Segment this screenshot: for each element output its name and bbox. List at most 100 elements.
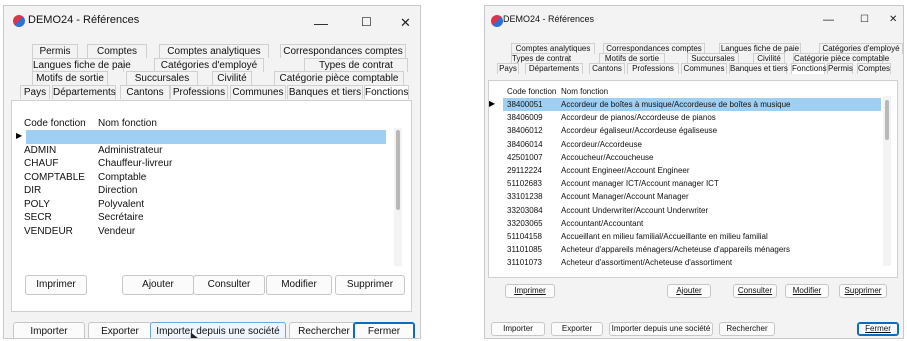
right-table-row[interactable]: 33203065 Accountant/Accountant xyxy=(503,217,881,230)
right-close-icon[interactable]: ✕ xyxy=(889,14,897,25)
left-ajouter-button[interactable]: Ajouter xyxy=(122,275,194,295)
right-tab-professions[interactable]: Professions xyxy=(627,63,679,74)
left-tab-professions[interactable]: Professions xyxy=(170,84,228,99)
right-table-row[interactable]: 51104158 Accueillant en milieu familial/A… xyxy=(503,230,881,243)
right-exporter-button[interactable]: Exporter xyxy=(551,322,603,336)
left-table-row[interactable]: POLY Polyvalent xyxy=(24,198,386,212)
right-modifier-button[interactable]: Modifier xyxy=(785,284,829,298)
left-table-row[interactable]: ADMIN Administrateur xyxy=(24,144,386,158)
references-window-right: DEMO24 - Références — ☐ ✕ Comptes analytique… xyxy=(484,5,904,339)
left-tab-fonctions[interactable]: Fonctions xyxy=(364,84,409,99)
left-supprimer-button[interactable]: Supprimer xyxy=(335,275,405,295)
left-tab-motifs-de-sortie[interactable]: Motifs de sortie xyxy=(32,71,108,85)
left-cell-name: Vendeur xyxy=(98,225,136,237)
left-cell-code: COMPTABLE xyxy=(24,171,85,183)
right-maximize-icon[interactable]: ☐ xyxy=(860,14,869,25)
left-vertical-scrollbar[interactable] xyxy=(394,128,402,266)
right-table-row[interactable]: 33101238 Account Manager/Account Manager xyxy=(503,190,881,203)
left-tab-banques-et-tiers[interactable]: Banques et tiers xyxy=(287,84,363,99)
right-tab-fonctions[interactable]: Fonctions xyxy=(791,63,827,74)
left-exporter-button[interactable]: Exporter xyxy=(88,322,152,338)
left-tab-civilite[interactable]: Civilité xyxy=(212,71,252,85)
right-table-row[interactable]: 33203084 Account Underwriter/Account Unde… xyxy=(503,204,881,217)
right-tab-comptes[interactable]: Comptes xyxy=(857,63,891,74)
left-column-header[interactable]: Code fonction xyxy=(24,118,86,129)
right-cell-name: Accueillant en milieu familial/Accueilla… xyxy=(561,232,768,241)
right-table-row[interactable]: 31101085 Acheteur d'appareils ménagers/Ac… xyxy=(503,243,881,256)
right-vertical-scrollbar[interactable] xyxy=(883,96,891,266)
left-titlebar: DEMO24 - Références — ☐ ✕ xyxy=(4,6,420,36)
right-consulter-button[interactable]: Consulter xyxy=(733,284,777,298)
right-tab-communes[interactable]: Communes xyxy=(681,63,727,74)
left-minimize-icon[interactable]: — xyxy=(314,15,328,31)
right-importer-button[interactable]: Importer xyxy=(491,322,545,336)
left-tab-categorie-piece-comptable[interactable]: Catégorie pièce comptable xyxy=(274,71,404,85)
right-table-row[interactable]: 38400051 Accordeur de boîtes à musique/Ac… xyxy=(503,98,881,112)
right-tab-departements[interactable]: Départements xyxy=(525,63,583,74)
left-tab-communes[interactable]: Communes xyxy=(230,84,286,99)
right-tab-pays[interactable]: Pays xyxy=(497,63,519,74)
right-ajouter-button[interactable]: Ajouter xyxy=(667,284,711,298)
right-importer-depuis-une-societe-button[interactable]: Importer depuis une société xyxy=(609,322,713,336)
right-supprimer-button[interactable]: Supprimer xyxy=(839,284,887,298)
left-tab-pays[interactable]: Pays xyxy=(20,84,50,99)
left-close-icon[interactable]: ✕ xyxy=(400,15,411,31)
left-table-row[interactable]: SECR Secrétaire xyxy=(24,211,386,225)
right-cell-code: 38406009 xyxy=(507,113,543,123)
left-column-header[interactable]: Nom fonction xyxy=(98,118,157,129)
left-tab-cantons[interactable]: Cantons xyxy=(120,84,170,99)
right-table-row[interactable]: 38406012 Accordeur égaliseur/Accordeuse é… xyxy=(503,124,881,137)
left-importer-depuis-une-societe-button[interactable]: Importer depuis une société xyxy=(150,322,286,338)
right-table-row[interactable]: 29112224 Account Engineer/Account Enginee… xyxy=(503,164,881,177)
left-tab-types-de-contrat[interactable]: Types de contrat xyxy=(304,57,408,72)
left-imprimer-button[interactable]: Imprimer xyxy=(25,275,87,295)
left-tab-correspondances-comptes[interactable]: Correspondances comptes xyxy=(280,44,406,58)
left-table-row[interactable]: VENDEUR Vendeur xyxy=(24,225,386,239)
right-cell-code: 33101238 xyxy=(507,192,543,202)
left-table-row[interactable]: COMPTABLE Comptable xyxy=(24,171,386,185)
right-titlebar: DEMO24 - Références — ☐ ✕ xyxy=(485,6,903,36)
left-cell-code: DIR xyxy=(24,185,42,196)
left-table-row[interactable]: DIR Direction xyxy=(24,184,386,198)
left-importer-button[interactable]: Importer xyxy=(13,322,85,338)
left-modifier-button[interactable]: Modifier xyxy=(266,275,332,295)
left-tab-comptes[interactable]: Comptes xyxy=(87,44,147,58)
left-maximize-icon[interactable]: ☐ xyxy=(361,15,372,29)
left-table-row[interactable] xyxy=(26,130,386,144)
right-cell-code: 31101073 xyxy=(507,258,542,268)
left-fermer-button[interactable]: Fermer xyxy=(353,322,415,338)
left-cell-code: POLY xyxy=(24,198,50,210)
left-tab-comptes-analytiques[interactable]: Comptes analytiques xyxy=(159,44,269,58)
right-cell-code: 42501007 xyxy=(507,152,543,162)
right-table-row[interactable]: 31101073 Acheteur d'assortiment/Acheteuse… xyxy=(503,256,881,269)
right-table-row[interactable]: 38406014 Accordeur/Accordeuse xyxy=(503,138,881,151)
right-cell-name: Accountant/Accountant xyxy=(561,218,644,228)
right-column-header[interactable]: Nom fonction xyxy=(561,87,608,96)
left-cell-code: VENDEUR xyxy=(24,225,73,237)
right-tab-cantons[interactable]: Cantons xyxy=(589,63,625,74)
right-imprimer-button[interactable]: Imprimer xyxy=(505,284,555,298)
right-minimize-icon[interactable]: — xyxy=(823,14,834,26)
right-tab-permis[interactable]: Permis xyxy=(827,63,853,74)
left-tab-succursales[interactable]: Succursales xyxy=(126,71,198,85)
right-scroll-thumb[interactable] xyxy=(885,100,889,140)
right-cell-code: 31101085 xyxy=(507,245,542,255)
left-tab-langues-fiche-de-paie[interactable]: Langues fiche de paie xyxy=(32,57,131,72)
left-consulter-button[interactable]: Consulter xyxy=(193,275,265,295)
right-column-header[interactable]: Code fonction xyxy=(507,87,556,96)
right-table-row[interactable]: 51102683 Account manager ICT/Account mana… xyxy=(503,177,881,190)
left-tab-permis[interactable]: Permis xyxy=(32,44,78,58)
left-tab-categories-d-employe[interactable]: Catégories d'employé xyxy=(154,57,264,72)
left-scroll-thumb[interactable] xyxy=(396,130,400,210)
right-tab-banques-et-tiers[interactable]: Banques et tiers xyxy=(729,63,788,74)
left-tab-departements[interactable]: Départements xyxy=(52,84,116,99)
right-cell-name: Accoucheur/Accoucheuse xyxy=(561,152,654,162)
right-rechercher-button[interactable]: Rechercher xyxy=(719,322,775,336)
left-cell-name: Polyvalent xyxy=(98,198,145,210)
right-table-row[interactable]: 38406009 Accordeur de pianos/Accordeuse d… xyxy=(503,111,881,124)
left-cell-name: Secrétaire xyxy=(98,212,144,223)
right-fermer-button[interactable]: Fermer xyxy=(857,322,899,336)
left-table-row[interactable]: CHAUF Chauffeur-livreur xyxy=(24,157,386,171)
left-rechercher-button[interactable]: Rechercher xyxy=(289,322,359,338)
right-table-row[interactable]: 42501007 Accoucheur/Accoucheuse xyxy=(503,151,881,164)
